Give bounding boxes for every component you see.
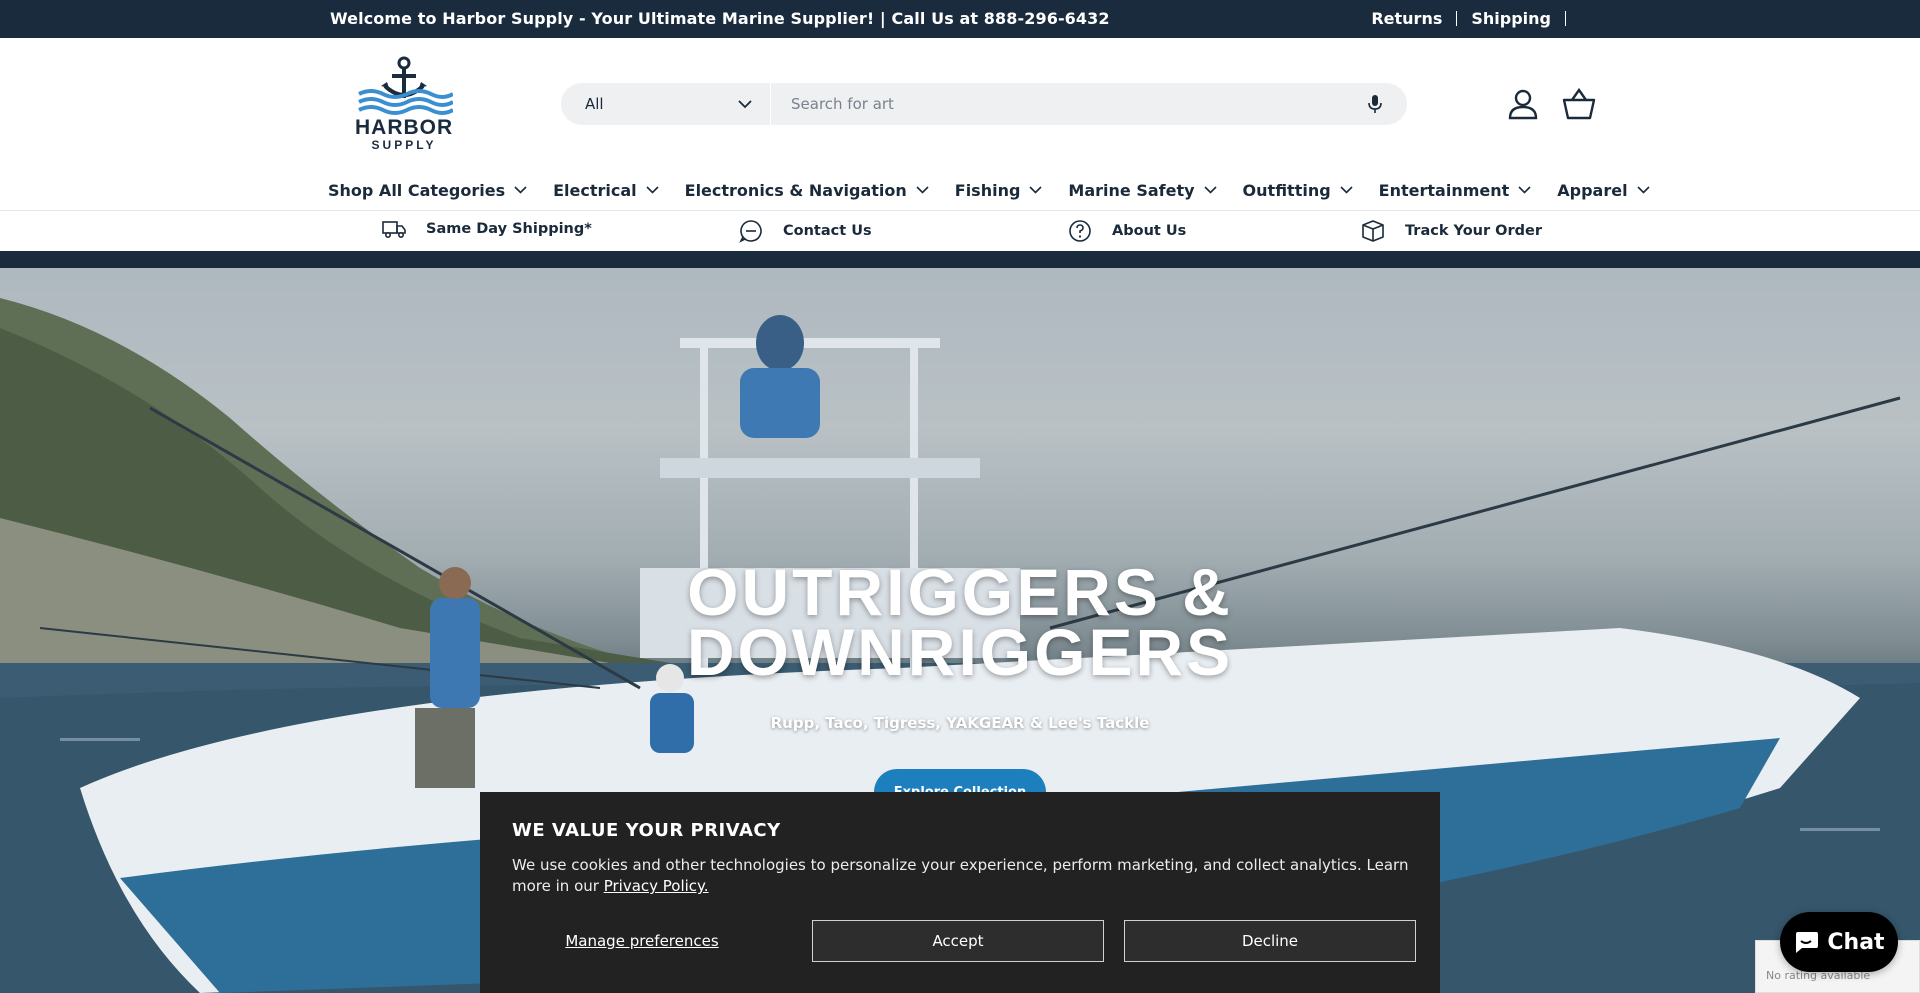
utility-bar: Same Day Shipping* Contact Us About Us T… — [0, 210, 1920, 252]
announcement-message: Welcome to Harbor Supply - Your Ultimate… — [330, 9, 1110, 28]
logo-word-harbor: HARBOR — [355, 116, 454, 139]
cookie-consent-banner: WE VALUE YOUR PRIVACY We use cookies and… — [480, 792, 1440, 993]
hero-title: OUTRIGGERS & DOWNRIGGERS — [660, 555, 1260, 689]
about-us-link[interactable]: About Us — [1068, 219, 1186, 243]
chat-label: Chat — [1827, 929, 1885, 955]
chevron-down-icon — [1203, 186, 1217, 194]
nav-electronics-navigation[interactable]: Electronics & Navigation — [685, 181, 929, 200]
cookie-title: WE VALUE YOUR PRIVACY — [512, 820, 781, 841]
hero-title-line-2: DOWNRIGGERS — [686, 615, 1234, 689]
chevron-down-icon — [1029, 186, 1042, 194]
basket-icon — [1562, 88, 1596, 120]
utility-label: Track Your Order — [1405, 223, 1543, 239]
contact-us-link[interactable]: Contact Us — [739, 219, 872, 243]
nav-shop-all-categories[interactable]: Shop All Categories — [328, 181, 527, 200]
site-header: HARBOR SUPPLY All — [0, 38, 1920, 170]
user-icon — [1508, 89, 1538, 120]
truck-icon — [382, 221, 406, 239]
nav-fishing[interactable]: Fishing — [955, 181, 1043, 200]
chevron-down-icon — [1340, 186, 1353, 194]
hero-subtitle: Rupp, Taco, Tigress, YAKGEAR & Lee's Tac… — [770, 714, 1150, 732]
chat-bubble-icon — [739, 220, 762, 243]
nav-label: Outfitting — [1242, 180, 1331, 200]
search-bar: All — [561, 83, 1407, 125]
question-circle-icon — [1069, 220, 1091, 242]
announcement-links: Returns Shipping — [1371, 9, 1580, 28]
nav-label: Entertainment — [1378, 180, 1510, 200]
chevron-down-icon — [514, 186, 527, 194]
main-navigation: Shop All Categories Electrical Electroni… — [328, 178, 1676, 202]
nav-apparel[interactable]: Apparel — [1557, 180, 1650, 200]
chevron-down-icon — [646, 186, 659, 194]
nav-electrical[interactable]: Electrical — [553, 181, 659, 200]
cookie-body: We use cookies and other technologies to… — [512, 855, 1412, 897]
nav-label: Apparel — [1557, 180, 1628, 200]
cookie-actions: Manage preferences Accept Decline — [512, 920, 1436, 962]
divider-strip — [0, 251, 1920, 268]
harbor-supply-logo[interactable]: HARBOR SUPPLY — [355, 56, 454, 152]
utility-label: About Us — [1112, 223, 1187, 239]
hero-title-line-1: OUTRIGGERS & — [687, 555, 1233, 629]
nav-label: Fishing — [954, 180, 1021, 200]
search-category-select[interactable]: All — [561, 83, 771, 125]
manage-preferences-link[interactable]: Manage preferences — [512, 932, 772, 950]
divider — [1565, 11, 1566, 26]
chat-icon — [1796, 932, 1819, 953]
nav-label: Electronics & Navigation — [684, 180, 907, 200]
shipping-link[interactable]: Shipping — [1471, 9, 1551, 28]
chevron-down-icon — [1637, 186, 1650, 194]
package-icon — [1362, 220, 1384, 242]
cart-button[interactable] — [1561, 86, 1597, 122]
utility-label: Same Day Shipping* — [426, 221, 592, 237]
utility-label: Contact Us — [783, 223, 872, 239]
anchor-waves-icon — [358, 56, 453, 115]
track-order-link[interactable]: Track Your Order — [1361, 219, 1542, 243]
nav-entertainment[interactable]: Entertainment — [1379, 181, 1532, 200]
search-category-value: All — [585, 95, 604, 113]
nav-label: Marine Safety — [1068, 180, 1195, 200]
nav-label: Electrical — [553, 180, 637, 200]
same-day-shipping-link[interactable]: Same Day Shipping* — [382, 219, 592, 239]
logo-word-supply: SUPPLY — [371, 138, 437, 152]
nav-label: Shop All Categories — [328, 180, 506, 200]
microphone-icon — [1368, 95, 1382, 113]
account-button[interactable] — [1505, 86, 1541, 122]
nav-marine-safety[interactable]: Marine Safety — [1068, 180, 1217, 200]
chat-button[interactable]: Chat — [1780, 912, 1898, 972]
accept-button[interactable]: Accept — [812, 920, 1104, 962]
privacy-policy-link[interactable]: Privacy Policy. — [604, 877, 709, 895]
chevron-down-icon — [1518, 186, 1531, 194]
chevron-down-icon — [738, 99, 752, 108]
divider — [1456, 11, 1458, 26]
chevron-down-icon — [916, 186, 929, 194]
voice-search-button[interactable] — [1355, 83, 1395, 125]
decline-button[interactable]: Decline — [1124, 920, 1416, 962]
returns-link[interactable]: Returns — [1371, 9, 1442, 28]
search-input[interactable] — [771, 83, 1355, 125]
announcement-bar: Welcome to Harbor Supply - Your Ultimate… — [0, 0, 1920, 38]
nav-outfitting[interactable]: Outfitting — [1243, 181, 1353, 200]
